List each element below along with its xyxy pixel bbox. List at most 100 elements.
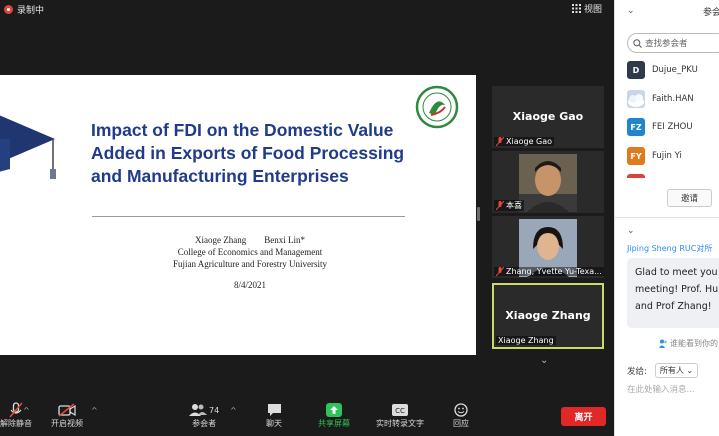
graduation-cap-icon xyxy=(0,115,56,179)
closed-caption-icon: CC xyxy=(392,404,408,416)
participant-video xyxy=(519,154,577,212)
title-divider xyxy=(92,216,405,217)
who-can-see-link[interactable]: 谁能看到你的 xyxy=(659,338,718,349)
live-transcript-button[interactable]: CC 实时转录文字 xyxy=(376,402,424,429)
grid-icon xyxy=(572,4,581,13)
send-to-label: 发给: xyxy=(627,366,647,377)
chat-input[interactable]: 在此处输入消息... xyxy=(627,383,695,395)
video-off-icon xyxy=(58,403,76,417)
meeting-area: 录制中 视图 Impact of FDI on the Domestic Val… xyxy=(0,0,614,436)
university-logo xyxy=(415,85,459,129)
mic-muted-icon xyxy=(496,201,504,210)
author-2: Benxi Lin* xyxy=(264,235,305,245)
send-to-row: 发给: 所有人 ⌄ xyxy=(627,363,699,378)
caret-up-icon[interactable]: ^ xyxy=(91,406,98,415)
emoji-icon xyxy=(454,403,468,417)
reactions-button[interactable]: 回应 xyxy=(453,402,469,429)
caret-up-icon[interactable]: ^ xyxy=(230,406,237,415)
participant-name-large: Xiaoge Zhang xyxy=(505,309,591,322)
participant-label: Xiaoge Zhang xyxy=(496,336,556,345)
video-tile[interactable]: 本喜 xyxy=(492,151,604,213)
who-can-see-label: 谁能看到你的 xyxy=(670,339,718,348)
participant-name-large: Xiaoge Gao xyxy=(512,110,584,123)
chevron-down-icon[interactable]: ⌄ xyxy=(540,355,548,366)
participant-label-text: Zhang, Yvette Yu-Texa... xyxy=(506,267,602,276)
recipient-select[interactable]: 所有人 ⌄ xyxy=(654,363,699,378)
reactions-label: 回应 xyxy=(453,419,469,428)
list-item[interactable]: FY Fujin Yi xyxy=(627,146,719,166)
recipient-value: 所有人 xyxy=(659,366,684,375)
chevron-down-icon[interactable]: ⌄ xyxy=(627,226,635,236)
participants-header: ⌄ 参会 xyxy=(615,0,719,24)
video-tile[interactable]: Zhang, Yvette Yu-Texa... xyxy=(492,216,604,278)
mic-muted-icon xyxy=(496,267,504,276)
recording-label: 录制中 xyxy=(17,6,45,16)
share-screen-button[interactable]: 共享屏幕 xyxy=(318,402,350,429)
caret-up-icon[interactable]: ^ xyxy=(23,406,30,415)
people-icon xyxy=(659,339,667,348)
mic-muted-icon xyxy=(9,402,23,418)
slide-title: Impact of FDI on the Domestic Value Adde… xyxy=(91,120,405,186)
chat-sender: Jiping Sheng RUC对所 xyxy=(627,244,713,253)
splitter-handle[interactable] xyxy=(477,207,480,221)
avatar: FY xyxy=(627,147,645,165)
participant-label: Xiaoge Gao xyxy=(494,137,555,146)
avatar: D xyxy=(627,61,645,79)
participant-label: 本喜 xyxy=(494,200,524,211)
avatar-image xyxy=(628,94,644,107)
list-item[interactable] xyxy=(627,173,719,178)
list-item[interactable]: D Dujue_PKU xyxy=(627,60,719,80)
participant-label: Zhang, Yvette Yu-Texa... xyxy=(494,267,604,276)
share-screen-icon xyxy=(326,403,342,417)
author-1: Xiaoge Zhang xyxy=(195,235,247,245)
recording-indicator[interactable]: 录制中 xyxy=(4,3,44,16)
participants-label: 参会者 xyxy=(192,419,217,428)
participants-count: 74 xyxy=(209,405,220,415)
invite-button[interactable]: 邀请 xyxy=(667,189,712,207)
affiliation-2: Fujian Agriculture and Forestry Universi… xyxy=(173,259,327,269)
participant-name: Faith.HAN xyxy=(652,94,694,104)
participants-title: 参会 xyxy=(703,8,719,18)
shared-slide: Impact of FDI on the Domestic Value Adde… xyxy=(0,75,476,355)
participant-search-input[interactable]: 查找参会者 xyxy=(627,33,719,53)
video-tile-active-speaker[interactable]: Xiaoge Zhang Xiaoge Zhang xyxy=(492,283,604,349)
search-placeholder: 查找参会者 xyxy=(645,39,688,49)
view-label: 视图 xyxy=(584,5,603,15)
meeting-toolbar: 解除静音 ^ 开启视频 ^ 74 参会者 ^ 聊天 共享屏幕 CC 实时转录文字 xyxy=(0,398,614,436)
people-icon xyxy=(189,404,207,416)
participants-button[interactable]: 74 参会者 xyxy=(189,402,219,429)
slide-authors: Xiaoge Zhang Benxi Lin* College of Econom… xyxy=(90,234,410,270)
affiliation-1: College of Economics and Management xyxy=(177,247,323,257)
leave-button[interactable]: 离开 xyxy=(561,407,606,426)
unmute-label: 解除静音 xyxy=(0,419,32,428)
start-video-label: 开启视频 xyxy=(51,419,83,428)
chat-icon xyxy=(267,404,281,416)
chevron-down-icon[interactable]: ⌄ xyxy=(627,6,635,16)
video-tile[interactable]: Xiaoge Gao Xiaoge Gao xyxy=(492,86,604,148)
slide-date: 8/4/2021 xyxy=(233,280,266,290)
panel-divider xyxy=(615,217,719,218)
top-bar: 录制中 视图 xyxy=(0,0,614,18)
svg-text:CC: CC xyxy=(395,407,405,415)
participant-name: Fujin Yi xyxy=(652,151,682,161)
participant-name: FEI ZHOU xyxy=(652,122,693,132)
list-item[interactable]: Faith.HAN xyxy=(627,89,719,109)
participant-label-text: Xiaoge Gao xyxy=(506,137,553,146)
avatar xyxy=(627,90,645,108)
live-transcript-label: 实时转录文字 xyxy=(376,419,424,428)
side-panel: ⌄ 参会 查找参会者 D Dujue_PKU Faith.HAN FZ FEI … xyxy=(614,0,719,436)
participant-label-text: 本喜 xyxy=(506,201,522,210)
participant-label-text: Xiaoge Zhang xyxy=(498,336,554,345)
view-button[interactable]: 视图 xyxy=(572,2,602,15)
mic-muted-icon xyxy=(496,137,504,146)
avatar: FZ xyxy=(627,118,645,136)
participant-name: Dujue_PKU xyxy=(652,65,698,75)
start-video-button[interactable]: 开启视频 xyxy=(51,402,83,429)
chevron-down-icon: ⌄ xyxy=(686,366,694,375)
list-item[interactable]: FZ FEI ZHOU xyxy=(627,117,719,137)
chat-button[interactable]: 聊天 xyxy=(266,402,282,429)
avatar xyxy=(627,174,645,178)
participant-list[interactable]: D Dujue_PKU Faith.HAN FZ FEI ZHOU FY Fuj… xyxy=(627,60,719,178)
record-icon xyxy=(4,5,13,14)
chat-label: 聊天 xyxy=(266,419,282,428)
